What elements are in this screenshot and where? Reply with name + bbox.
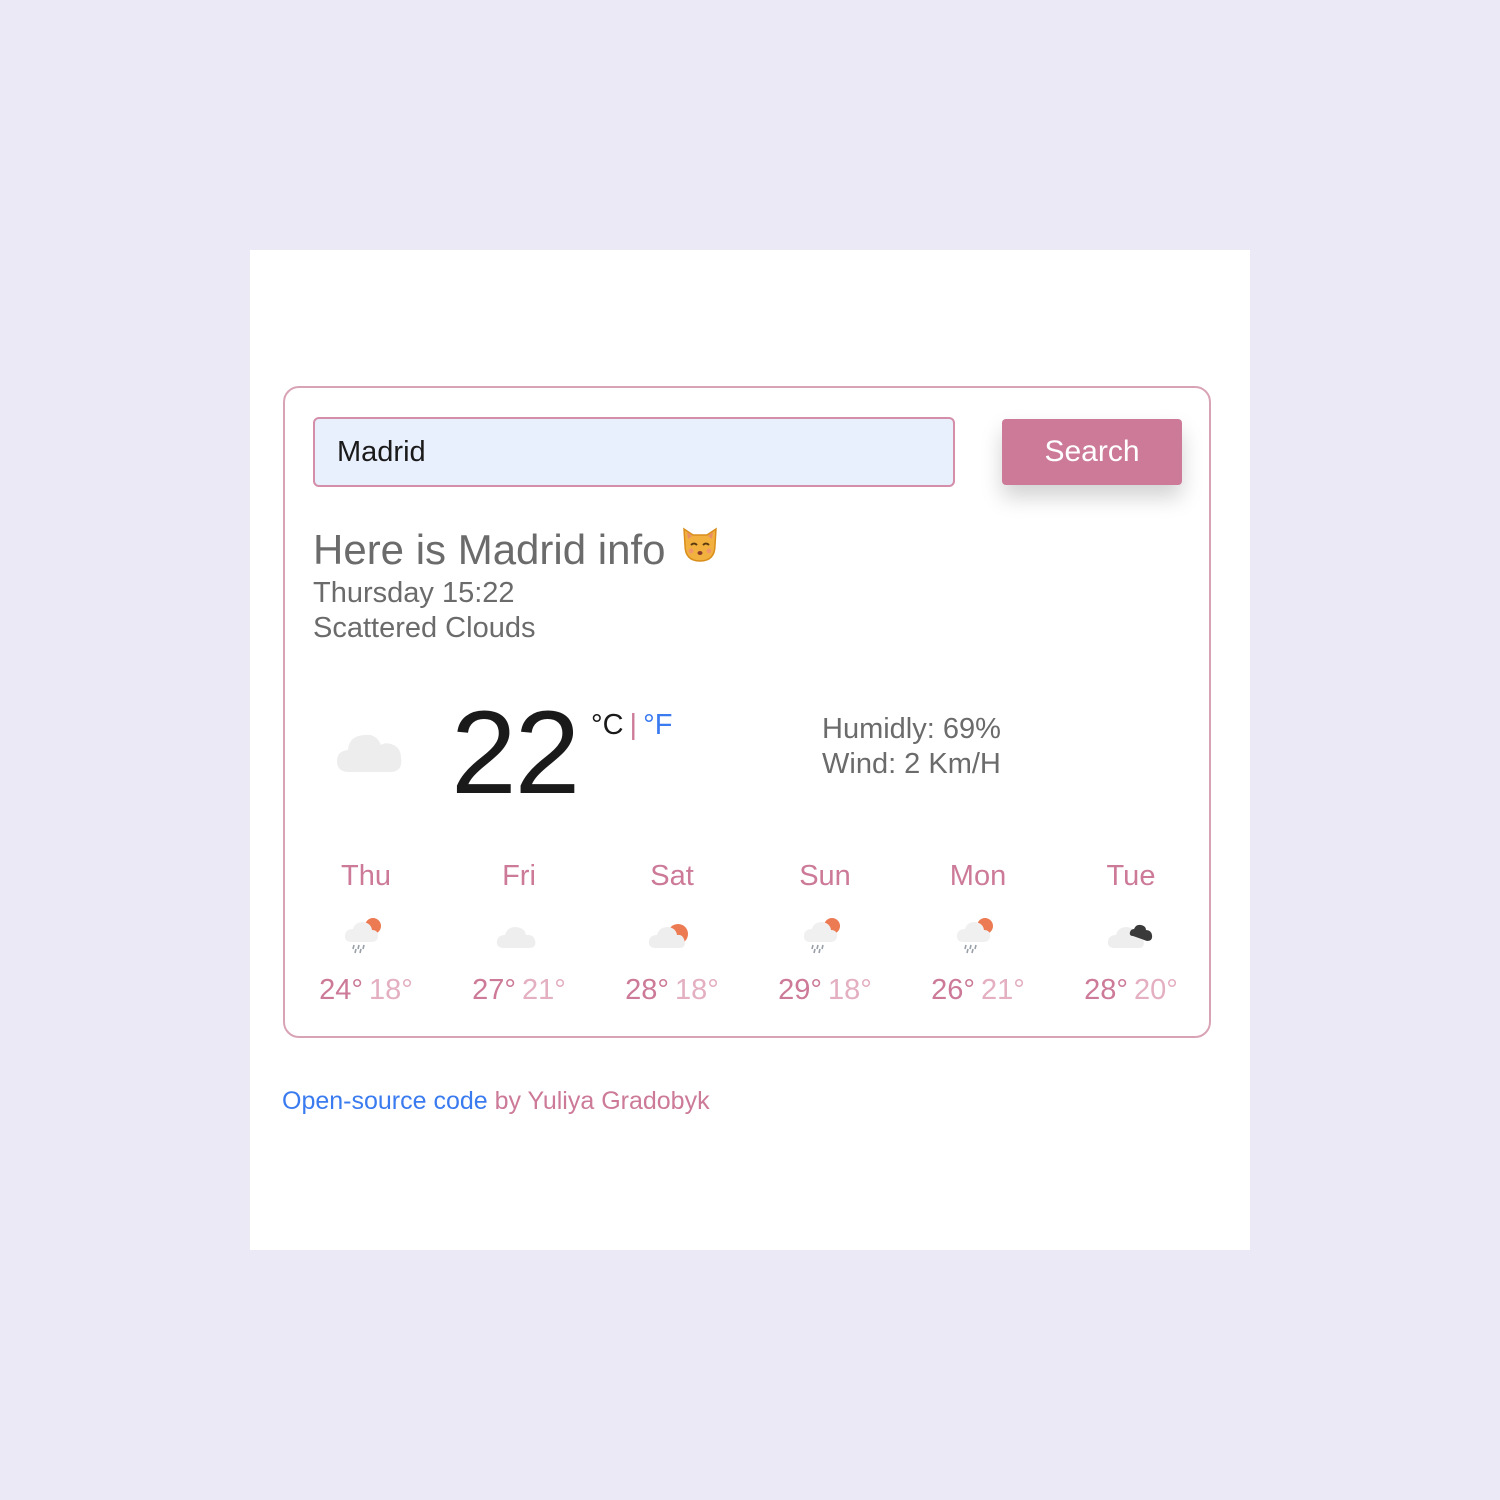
- humidity-value: Humidly: 69%: [822, 713, 1001, 745]
- forecast-day: Fri 27° 21°: [444, 858, 594, 1008]
- forecast-min-temp: 18°: [675, 974, 719, 1006]
- footer-credit: Open-source code by Yuliya Gradobyk: [282, 1085, 710, 1117]
- unit-toggle: °C | °F: [591, 708, 672, 742]
- forecast-temps: 29° 18°: [750, 972, 900, 1008]
- forecast-day-name: Fri: [502, 860, 536, 892]
- forecast-temps: 28° 18°: [597, 972, 747, 1008]
- city-heading-text: Here is Madrid info: [313, 526, 666, 573]
- weather-card: Search Here is Madrid info Thursday 15:2…: [283, 386, 1211, 1038]
- app-page: Search Here is Madrid info Thursday 15:2…: [250, 250, 1250, 1250]
- weather-description: Scattered Clouds: [313, 612, 536, 644]
- cloud-icon: [335, 728, 405, 779]
- forecast-min-temp: 18°: [828, 974, 872, 1006]
- sun-behind-cloud-icon: [648, 924, 688, 948]
- forecast-temps: 28° 20°: [1056, 972, 1206, 1008]
- forecast-temps: 26° 21°: [903, 972, 1053, 1008]
- forecast-day: Sun 29° 18°: [750, 858, 900, 1008]
- forecast-max-temp: 28°: [1084, 974, 1128, 1006]
- forecast-max-temp: 27°: [472, 974, 516, 1006]
- celsius-unit: °C: [591, 709, 624, 741]
- author-credit: by Yuliya Gradobyk: [494, 1087, 710, 1115]
- forecast-day: Mon 26° 21°: [903, 858, 1053, 1008]
- rain-sun-cloud-icon: [956, 918, 993, 954]
- forecast-min-temp: 21°: [981, 974, 1025, 1006]
- current-temperature: 22: [451, 687, 580, 819]
- forecast-max-temp: 29°: [778, 974, 822, 1006]
- forecast-min-temp: 20°: [1134, 974, 1178, 1006]
- city-heading: Here is Madrid info: [313, 526, 721, 575]
- city-search-input[interactable]: [313, 417, 955, 487]
- forecast-day-name: Sat: [650, 860, 694, 892]
- forecast-day: Thu 24° 18°: [291, 858, 441, 1008]
- date-time: Thursday 15:22: [313, 577, 515, 609]
- forecast-temps: 27° 21°: [444, 972, 594, 1008]
- rain-sun-cloud-icon: [803, 918, 840, 954]
- forecast-day: Sat 28° 18°: [597, 858, 747, 1008]
- forecast-day-name: Thu: [341, 860, 391, 892]
- search-button[interactable]: Search: [1002, 419, 1182, 485]
- forecast-day: Tue 28° 20°: [1056, 858, 1206, 1008]
- fahrenheit-link[interactable]: °F: [643, 709, 672, 741]
- forecast-max-temp: 28°: [625, 974, 669, 1006]
- forecast-min-temp: 18°: [369, 974, 413, 1006]
- open-source-link[interactable]: Open-source code: [282, 1087, 488, 1115]
- kissing-cat-face-icon: [679, 523, 721, 575]
- forecast-day-name: Mon: [949, 860, 1007, 892]
- cloud-icon: [496, 927, 536, 948]
- forecast-max-temp: 26°: [931, 974, 975, 1006]
- forecast-temps: 24° 18°: [291, 972, 441, 1008]
- dark-cloud-icon: [1107, 924, 1153, 948]
- forecast-max-temp: 24°: [319, 974, 363, 1006]
- forecast-day-name: Tue: [1106, 860, 1156, 892]
- wind-value: Wind: 2 Km/H: [822, 748, 1001, 780]
- forecast-row: Thu 24° 18° Fri 27° 21° Sat 28° 18° Sun …: [285, 858, 1209, 1018]
- unit-separator: |: [629, 709, 638, 741]
- rain-sun-cloud-icon: [344, 918, 381, 954]
- forecast-min-temp: 21°: [522, 974, 566, 1006]
- forecast-day-name: Sun: [799, 860, 851, 892]
